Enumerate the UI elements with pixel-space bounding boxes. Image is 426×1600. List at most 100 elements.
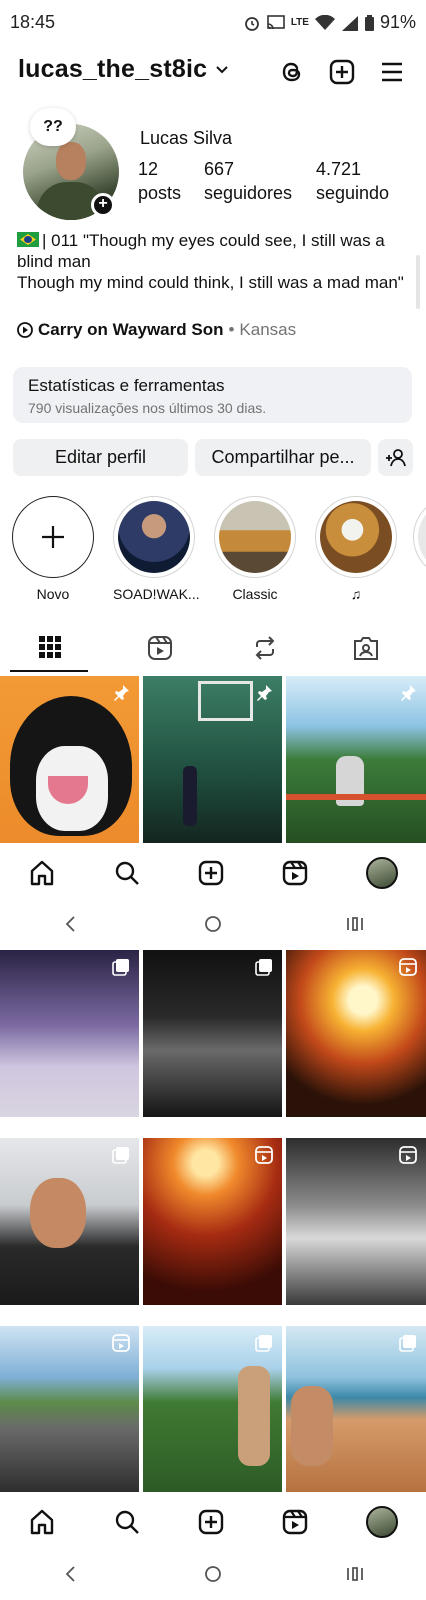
followers-count[interactable]: 667 seguidores bbox=[204, 157, 292, 205]
highlight-music[interactable]: ♫ bbox=[315, 496, 397, 602]
highlight-partial[interactable] bbox=[413, 496, 426, 578]
stat-value: 667 bbox=[204, 159, 235, 179]
stat-value: 4.721 bbox=[316, 159, 362, 179]
profile-music[interactable]: Carry on Wayward Son • Kansas bbox=[17, 320, 296, 340]
profile-note[interactable]: ?? bbox=[30, 108, 76, 146]
post-palm-view[interactable] bbox=[143, 1326, 282, 1496]
carousel-icon bbox=[112, 959, 129, 976]
battery-percent: 91% bbox=[379, 12, 416, 32]
highlight-new[interactable]: Novo bbox=[12, 496, 94, 602]
reel-icon bbox=[399, 958, 417, 976]
edit-profile-button[interactable]: Editar perfil bbox=[13, 439, 188, 476]
post-fire-crowd[interactable] bbox=[143, 1138, 282, 1305]
pin-icon bbox=[401, 685, 416, 701]
insights-panel[interactable]: Estatísticas e ferramentas 790 visualiza… bbox=[13, 367, 412, 423]
create-icon[interactable] bbox=[328, 58, 356, 86]
plus-icon bbox=[42, 526, 64, 548]
following-count[interactable]: 4.721 seguindo bbox=[316, 157, 389, 205]
username: lucas_the_st8ic bbox=[18, 55, 208, 83]
play-icon bbox=[17, 322, 33, 338]
threads-icon[interactable] bbox=[278, 58, 306, 86]
highlight-label: SOAD!WAK... bbox=[113, 586, 200, 602]
tab-grid[interactable] bbox=[38, 635, 62, 659]
add-person-icon bbox=[386, 449, 406, 467]
discover-people-button[interactable] bbox=[378, 439, 413, 476]
carousel-icon bbox=[255, 1335, 272, 1352]
create-icon[interactable] bbox=[197, 859, 225, 887]
insights-subtitle: 790 visualizações nos últimos 30 dias. bbox=[28, 400, 267, 416]
carousel-icon bbox=[112, 1147, 129, 1164]
highlight-label: ♫ bbox=[350, 586, 362, 602]
recents-icon[interactable] bbox=[345, 914, 365, 934]
stat-label: seguidores bbox=[204, 183, 293, 203]
post-fire[interactable] bbox=[286, 950, 426, 1117]
home-circle-icon[interactable] bbox=[203, 1564, 223, 1584]
post-singer[interactable] bbox=[286, 1138, 426, 1305]
tab-reels[interactable] bbox=[147, 635, 173, 661]
highlight-soad[interactable]: SOAD!WAK... bbox=[113, 496, 200, 602]
post-basketball[interactable] bbox=[143, 676, 282, 843]
pin-icon bbox=[257, 685, 272, 701]
music-artist: Kansas bbox=[239, 320, 297, 339]
status-bar: 18:45 LTE 91% bbox=[0, 0, 426, 46]
profile-avatar-tab[interactable] bbox=[365, 1506, 398, 1538]
home-circle-icon[interactable] bbox=[203, 914, 223, 934]
network-label: LTE bbox=[290, 16, 309, 28]
carousel-icon bbox=[255, 959, 272, 976]
home-icon[interactable] bbox=[28, 1508, 56, 1536]
recents-icon[interactable] bbox=[345, 1564, 365, 1584]
brazil-flag-icon bbox=[17, 232, 39, 247]
alarm-icon bbox=[244, 16, 259, 31]
post-road[interactable] bbox=[0, 1326, 139, 1496]
highlight-label: Classic bbox=[232, 586, 278, 602]
post-crowd[interactable] bbox=[143, 950, 282, 1117]
active-tab-indicator bbox=[10, 670, 88, 672]
reel-icon bbox=[399, 1146, 417, 1164]
full-name: Lucas Silva bbox=[140, 128, 233, 148]
post-selfie[interactable] bbox=[0, 1138, 139, 1305]
profile-avatar-tab[interactable] bbox=[365, 857, 398, 889]
wifi-icon bbox=[314, 14, 335, 30]
reels-icon[interactable] bbox=[281, 859, 309, 887]
search-icon[interactable] bbox=[113, 1508, 141, 1536]
menu-icon[interactable] bbox=[378, 58, 406, 86]
post-dog[interactable] bbox=[0, 676, 139, 843]
reels-icon[interactable] bbox=[281, 1508, 309, 1536]
home-icon[interactable] bbox=[28, 859, 56, 887]
pin-icon bbox=[114, 685, 129, 701]
insights-title: Estatísticas e ferramentas bbox=[28, 376, 225, 395]
reels-icon bbox=[148, 636, 172, 660]
posts-count[interactable]: 12 posts bbox=[138, 157, 181, 205]
post-concert-lights[interactable] bbox=[0, 950, 139, 1117]
tab-reposts[interactable] bbox=[252, 635, 278, 661]
status-icons: LTE 91% bbox=[243, 12, 416, 33]
account-switcher[interactable]: lucas_the_st8ic bbox=[18, 55, 229, 84]
bio-scroll-indicator bbox=[416, 255, 420, 309]
add-story-icon[interactable]: + bbox=[91, 193, 115, 217]
music-separator: • bbox=[228, 320, 235, 339]
highlight-classic[interactable]: Classic bbox=[214, 496, 296, 602]
battery-icon bbox=[364, 14, 374, 31]
bottom-nav bbox=[0, 843, 426, 903]
bio-line-1: | 011 "Though my eyes could see, I still… bbox=[17, 231, 385, 271]
system-nav bbox=[0, 895, 426, 953]
tab-tagged[interactable] bbox=[353, 635, 379, 661]
reel-icon bbox=[112, 1334, 130, 1352]
cast-icon bbox=[267, 14, 285, 29]
back-icon[interactable] bbox=[61, 914, 81, 934]
back-icon[interactable] bbox=[61, 1564, 81, 1584]
tagged-icon bbox=[354, 637, 378, 660]
header-actions bbox=[278, 58, 406, 86]
profile-tabs bbox=[0, 625, 426, 675]
highlight-label: Novo bbox=[36, 586, 70, 602]
post-viewpoint[interactable] bbox=[286, 676, 426, 843]
music-song: Carry on Wayward Son bbox=[38, 320, 224, 339]
carousel-icon bbox=[399, 1335, 416, 1352]
stat-value: 12 bbox=[138, 159, 159, 179]
share-profile-button[interactable]: Compartilhar pe... bbox=[195, 439, 371, 476]
post-cliff[interactable] bbox=[286, 1326, 426, 1496]
search-icon[interactable] bbox=[113, 859, 141, 887]
create-icon[interactable] bbox=[197, 1508, 225, 1536]
grid-icon bbox=[39, 636, 61, 658]
status-time: 18:45 bbox=[10, 12, 56, 32]
